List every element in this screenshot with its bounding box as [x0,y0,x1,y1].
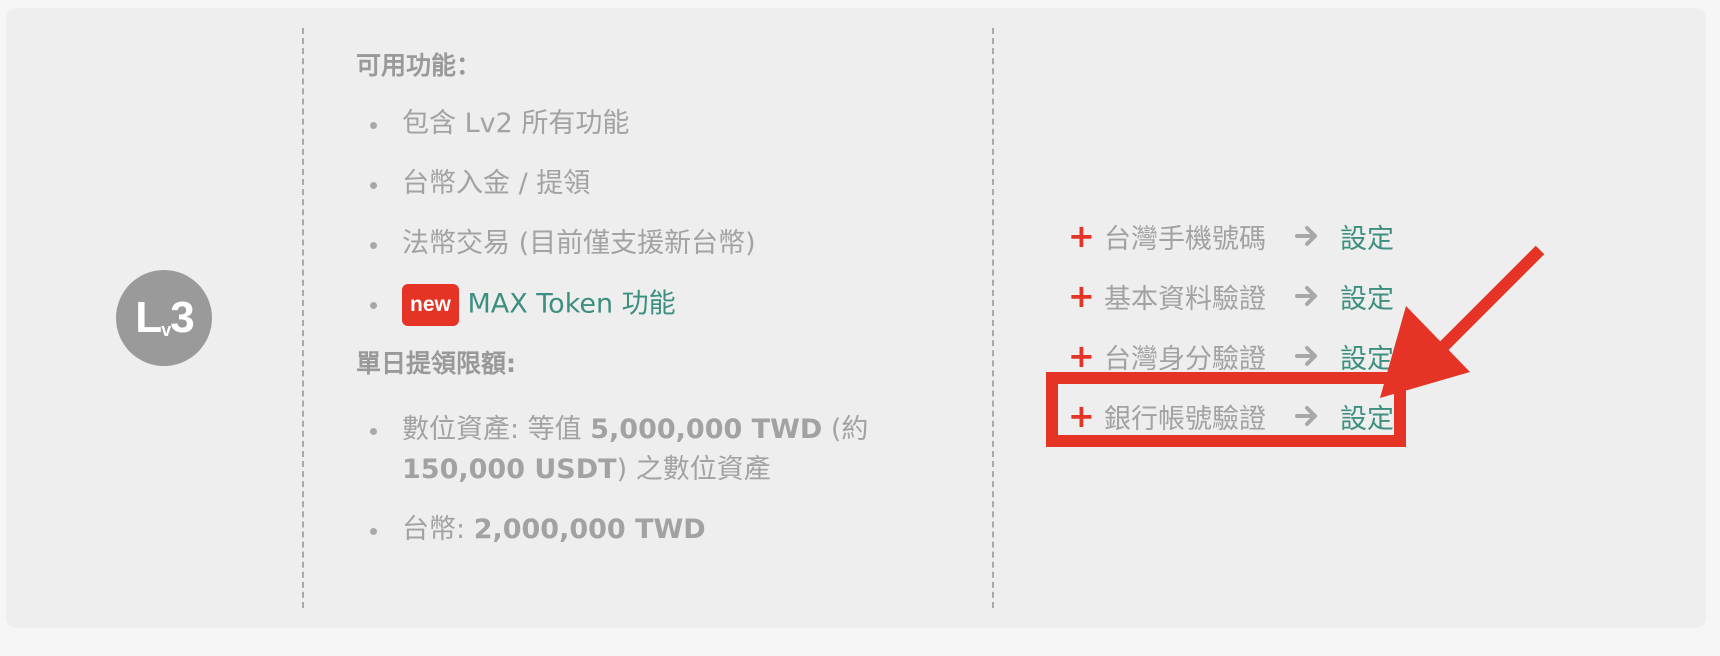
features-title: 可用功能： [356,51,482,80]
step-label: 台灣身分驗證 [1104,343,1266,375]
badge-level-number: 3 [170,293,195,342]
arrow-right-icon [1294,283,1332,309]
feature-item: 法幣交易 (目前僅支援新台幣) [356,224,956,264]
step-phone: + 台灣手機號碼 設定 [1068,206,1394,266]
plus-icon: + [1068,217,1095,255]
step-label: 基本資料驗證 [1104,283,1266,315]
column-divider-right [992,28,994,608]
limit-crypto-usdt: 150,000 USDT [402,454,617,485]
limit-crypto-mid: (約 [822,414,869,445]
limit-crypto-prefix: 數位資產: 等值 [402,414,591,445]
annotation-arrow-icon [1380,240,1560,414]
step-label: 台灣手機號碼 [1104,223,1266,255]
feature-item-max-token: new MAX Token 功能 [356,284,956,326]
level-3-badge: Lv3 [116,270,212,366]
limit-fiat-amount: 2,000,000 TWD [473,514,706,545]
features-column: 可用功能： 包含 Lv2 所有功能 台幣入金 / 提領 法幣交易 (目前僅支援新… [356,48,956,570]
limit-crypto-suffix: ) 之數位資產 [616,454,771,485]
feature-item: 包含 Lv2 所有功能 [356,104,956,144]
limit-item-fiat: 台幣: 2,000,000 TWD [356,510,956,550]
plus-icon: + [1068,277,1095,315]
arrow-right-icon [1294,223,1332,249]
max-token-label: MAX Token 功能 [467,288,676,320]
badge-letter-v: v [161,320,171,340]
limit-item-crypto: 數位資產: 等值 5,000,000 TWD (約 150,000 USDT) … [356,410,956,490]
arrow-right-icon [1294,343,1332,369]
badge-letter-l: L [135,293,162,342]
features-list: 包含 Lv2 所有功能 台幣入金 / 提領 法幣交易 (目前僅支援新台幣) ne… [356,104,956,326]
limit-fiat-prefix: 台幣: [402,514,474,545]
column-divider-left [302,28,304,608]
withdraw-limit-list: 數位資產: 等值 5,000,000 TWD (約 150,000 USDT) … [356,410,956,550]
plus-icon: + [1068,337,1095,375]
new-badge: new [402,284,459,326]
highlight-box [1046,372,1406,447]
withdraw-limit-title: 單日提領限額: [356,349,516,378]
feature-item: 台幣入金 / 提領 [356,164,956,204]
limit-crypto-twd: 5,000,000 TWD [590,414,823,445]
step-basic-info: + 基本資料驗證 設定 [1068,266,1394,326]
